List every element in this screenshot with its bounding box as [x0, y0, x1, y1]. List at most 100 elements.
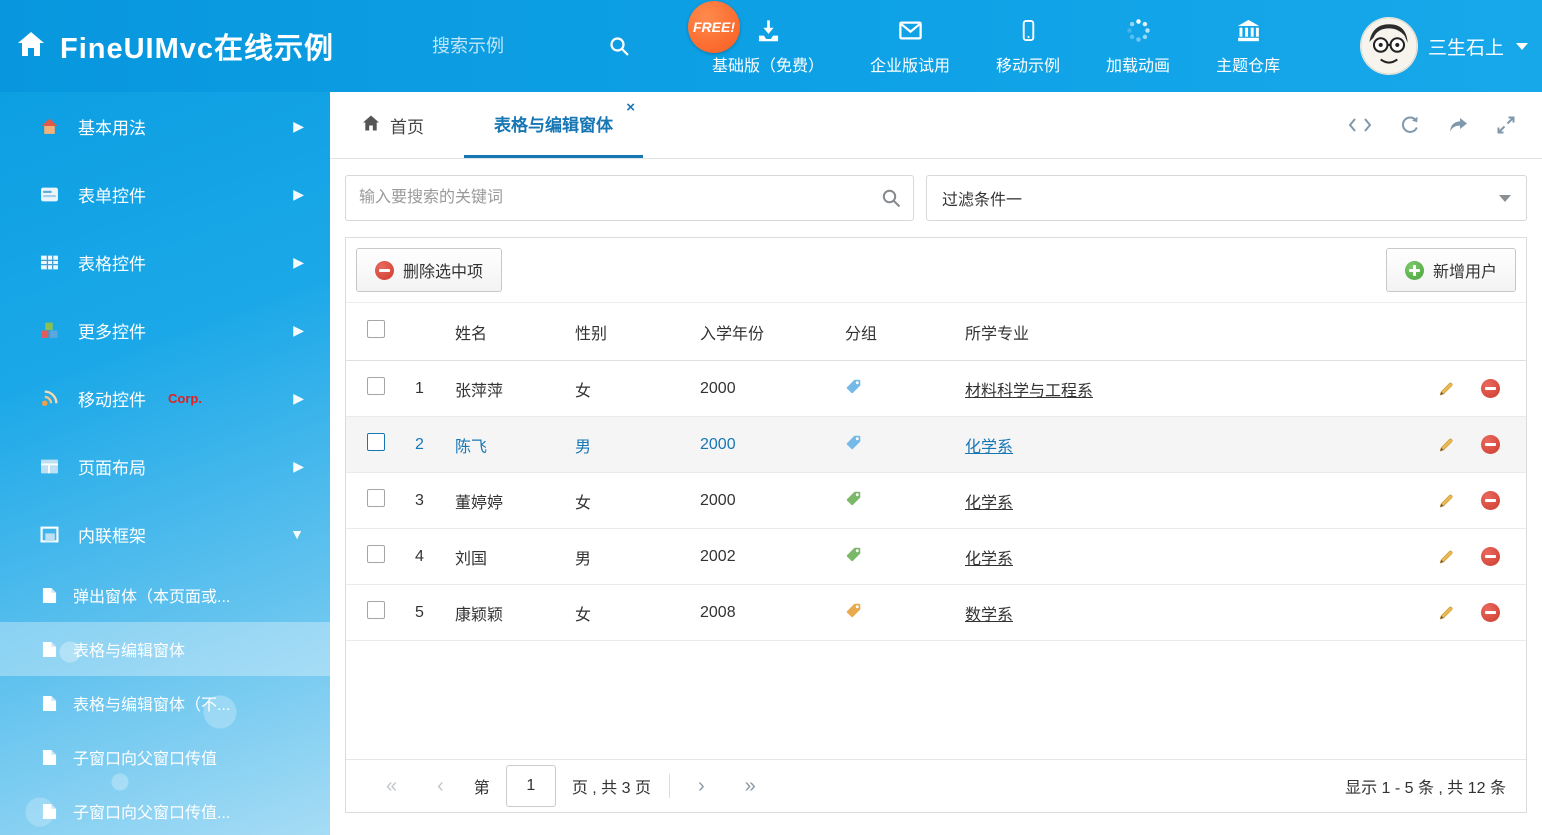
last-page-button[interactable]: » — [725, 775, 776, 798]
cell-gender: 男 — [561, 417, 686, 473]
chevron-down-icon: ▼ — [290, 526, 304, 542]
row-checkbox[interactable] — [367, 545, 385, 563]
delete-icon[interactable] — [1481, 491, 1500, 510]
delete-icon[interactable] — [1481, 603, 1500, 622]
col-year: 入学年份 — [686, 303, 831, 361]
sidebar-subitem[interactable]: 子窗口向父窗口传值... — [0, 784, 330, 835]
table-row[interactable]: 2陈飞男2000化学系 — [346, 417, 1526, 473]
sidebar-item[interactable]: 移动控件Corp.▶ — [0, 364, 330, 432]
sidebar-subitem[interactable]: 弹出窗体（本页面或... — [0, 568, 330, 622]
table-row[interactable]: 4刘国男2002化学系 — [346, 529, 1526, 585]
row-checkbox[interactable] — [367, 433, 385, 451]
next-page-button[interactable]: › — [678, 775, 725, 798]
sidebar-subitem[interactable]: 子窗口向父窗口传值 — [0, 730, 330, 784]
major-link[interactable]: 材料科学与工程系 — [965, 383, 1093, 400]
filter-row: 过滤条件一 — [345, 175, 1527, 221]
sidebar-item-label: 表单控件 — [78, 182, 146, 207]
sidebar-item[interactable]: 内联框架▼ — [0, 500, 330, 568]
edit-icon[interactable] — [1437, 548, 1455, 566]
file-icon — [42, 695, 57, 712]
major-link[interactable]: 数学系 — [965, 607, 1013, 624]
header-nav-item[interactable]: 企业版试用 — [858, 0, 962, 92]
tab-home[interactable]: 首页 — [346, 92, 440, 158]
delete-icon[interactable] — [1481, 379, 1500, 398]
share-icon[interactable] — [1448, 115, 1468, 135]
content: 过滤条件一 删除选中项 新增用户 — [330, 159, 1542, 835]
cell-gender: 女 — [561, 585, 686, 641]
main-area: 首页 表格与编辑窗体 × — [330, 92, 1542, 835]
tab-actions — [1348, 92, 1542, 158]
code-icon[interactable] — [1348, 117, 1372, 133]
col-name: 姓名 — [441, 303, 561, 361]
major-link[interactable]: 化学系 — [965, 439, 1013, 456]
header-search — [430, 0, 630, 92]
edit-icon[interactable] — [1437, 380, 1455, 398]
header-nav-item[interactable]: 加载动画 — [1094, 0, 1182, 92]
cell-name: 陈飞 — [441, 417, 561, 473]
row-checkbox[interactable] — [367, 489, 385, 507]
sidebar-item-label: 移动控件 — [78, 386, 146, 411]
cell-year: 2008 — [686, 585, 831, 641]
add-user-label: 新增用户 — [1433, 258, 1497, 282]
page-label-prefix: 第 — [464, 774, 500, 798]
delete-selected-button[interactable]: 删除选中项 — [356, 248, 502, 292]
expand-icon[interactable] — [1496, 115, 1516, 135]
add-user-button[interactable]: 新增用户 — [1386, 248, 1516, 292]
signal-icon — [40, 389, 60, 408]
chevron-right-icon: ▶ — [293, 186, 304, 203]
close-icon[interactable]: × — [626, 100, 635, 115]
sidebar-item-label: 页面布局 — [78, 454, 146, 479]
tab-home-label: 首页 — [390, 113, 424, 138]
select-all-checkbox[interactable] — [367, 320, 385, 338]
header-nav-item[interactable]: 移动示例 — [984, 0, 1072, 92]
sidebar-item[interactable]: 表单控件 ▶ — [0, 160, 330, 228]
sidebar-item-label: 基本用法 — [78, 114, 146, 139]
filter-dropdown[interactable]: 过滤条件一 — [926, 175, 1527, 221]
edit-icon[interactable] — [1437, 436, 1455, 454]
sidebar-subitem-label: 表格与编辑窗体 — [73, 637, 185, 661]
table-row[interactable]: 5康颖颖女2008数学系 — [346, 585, 1526, 641]
delete-icon[interactable] — [1481, 547, 1500, 566]
app-title: FineUIMvc在线示例 — [60, 25, 334, 67]
row-checkbox[interactable] — [367, 601, 385, 619]
file-icon — [42, 641, 57, 658]
tab-grid-edit-window[interactable]: 表格与编辑窗体 × — [464, 92, 643, 158]
cell-name: 康颖颖 — [441, 585, 561, 641]
major-link[interactable]: 化学系 — [965, 495, 1013, 512]
sidebar-subitem[interactable]: 表格与编辑窗体（不... — [0, 676, 330, 730]
edit-icon[interactable] — [1437, 604, 1455, 622]
table-row[interactable]: 1张萍萍女2000材料科学与工程系 — [346, 361, 1526, 417]
search-icon[interactable] — [608, 35, 630, 57]
table-row[interactable]: 3董婷婷女2000化学系 — [346, 473, 1526, 529]
keyword-search-input[interactable] — [345, 175, 914, 221]
delete-icon[interactable] — [1481, 435, 1500, 454]
prev-page-button[interactable]: ‹ — [417, 775, 464, 798]
sidebar-item[interactable]: 更多控件▶ — [0, 296, 330, 364]
refresh-icon[interactable] — [1400, 115, 1420, 135]
cell-gender: 男 — [561, 529, 686, 585]
cell-year: 2000 — [686, 417, 831, 473]
sidebar-items: 基本用法▶ 表单控件 ▶ 表格控件▶更多控件▶移动控件Corp.▶页面布局▶内联框架▼ — [0, 92, 330, 568]
col-major: 所学专业 — [951, 303, 1406, 361]
pagination-bar: « ‹ 第 页 , 共 3 页 › » 显示 1 - 5 条 , 共 12 条 — [346, 759, 1526, 812]
page-number-input[interactable] — [506, 765, 556, 807]
row-number: 1 — [401, 361, 441, 417]
row-checkbox[interactable] — [367, 377, 385, 395]
first-page-button[interactable]: « — [366, 775, 417, 798]
sidebar-subitem-label: 子窗口向父窗口传值 — [73, 745, 217, 769]
file-icon — [42, 587, 57, 604]
sidebar-item[interactable]: 基本用法▶ — [0, 92, 330, 160]
edit-icon[interactable] — [1437, 492, 1455, 510]
header-nav-item[interactable]: 主题仓库 — [1204, 0, 1292, 92]
sidebar-item[interactable]: 页面布局▶ — [0, 432, 330, 500]
form-icon — [40, 185, 60, 204]
major-link[interactable]: 化学系 — [965, 551, 1013, 568]
cell-gender: 女 — [561, 473, 686, 529]
header-search-input[interactable] — [430, 35, 594, 58]
search-icon[interactable] — [881, 188, 901, 208]
sidebar-subitem[interactable]: 表格与编辑窗体 — [0, 622, 330, 676]
user-menu[interactable]: 三生石上 — [1360, 0, 1528, 92]
sidebar-item[interactable]: 表格控件▶ — [0, 228, 330, 296]
cell-name: 刘国 — [441, 529, 561, 585]
minus-circle-icon — [375, 261, 394, 280]
